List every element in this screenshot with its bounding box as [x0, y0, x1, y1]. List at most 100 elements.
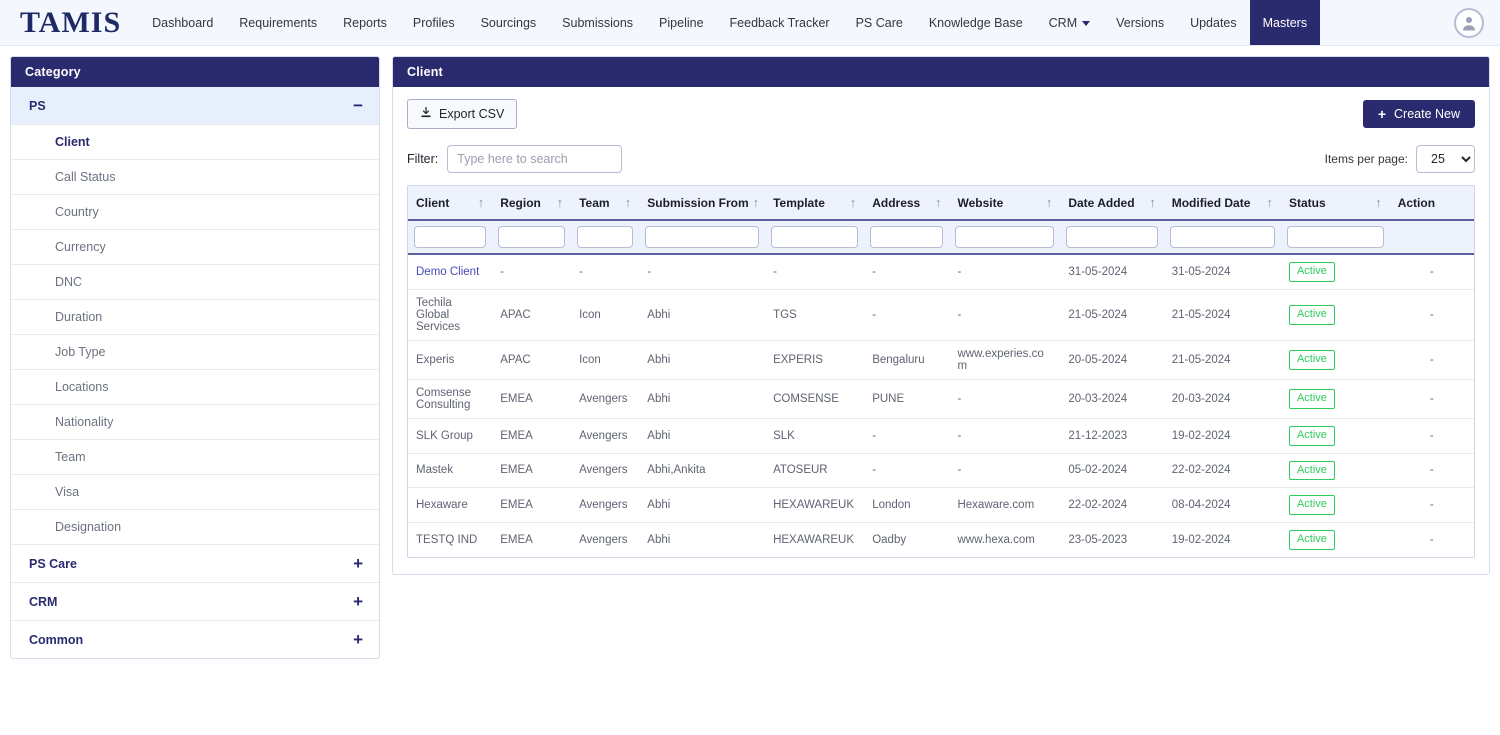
column-filter-input-modified-date[interactable] [1169, 226, 1275, 248]
column-header-region[interactable]: Region ↑ [492, 186, 572, 221]
cell-template: TGS [765, 289, 865, 341]
cell-modified-date: 19-02-2024 [1163, 418, 1281, 454]
sidebar-group-ps-care[interactable]: PS Care + [11, 545, 379, 583]
sidebar-item-nationality[interactable]: Nationality [11, 405, 379, 440]
sort-arrow-icon[interactable]: ↑ [753, 195, 760, 210]
sidebar-group-ps[interactable]: PS − [11, 87, 379, 125]
column-filter-cell [639, 220, 766, 255]
sidebar-item-dnc[interactable]: DNC [11, 265, 379, 300]
table-row[interactable]: Hexaware EMEA Avengers Abhi HEXAWAREUK London… [408, 487, 1474, 523]
sidebar-item-label: Designation [55, 520, 122, 534]
nav-item-requirements[interactable]: Requirements [226, 0, 330, 45]
sidebar-item-job-type[interactable]: Job Type [11, 335, 379, 370]
cell-action[interactable]: - [1389, 453, 1474, 489]
column-filter-row [408, 220, 1474, 255]
sort-arrow-icon[interactable]: ↑ [1375, 195, 1382, 210]
panel-title: Client [393, 57, 1489, 87]
sidebar-group-common[interactable]: Common + [11, 621, 379, 658]
nav-item-label: Submissions [562, 15, 634, 30]
items-per-page-select[interactable]: 102550100 [1416, 145, 1475, 173]
cell-action[interactable]: - [1389, 289, 1474, 341]
sidebar-item-team[interactable]: Team [11, 440, 379, 475]
app-logo[interactable]: TAMIS [0, 0, 139, 45]
cell-date-added: 05-02-2024 [1060, 453, 1164, 489]
column-filter-input-submission-from[interactable] [645, 226, 760, 248]
table-head: Client ↑ Region ↑ Team ↑ Submission From ↑ Templ… [408, 186, 1474, 255]
column-header-modified-date[interactable]: Modified Date ↑ [1163, 186, 1281, 221]
column-filter-input-date-added[interactable] [1066, 226, 1158, 248]
column-header-submission-from[interactable]: Submission From ↑ [639, 186, 766, 221]
column-filter-input-team[interactable] [577, 226, 634, 248]
sort-arrow-icon[interactable]: ↑ [935, 195, 942, 210]
nav-item-profiles[interactable]: Profiles [400, 0, 468, 45]
sidebar-item-duration[interactable]: Duration [11, 300, 379, 335]
table-row[interactable]: Demo Client - - - - - -31-05-2024 31-05-2024 Act… [408, 254, 1474, 290]
sort-arrow-icon[interactable]: ↑ [850, 195, 857, 210]
nav-item-masters[interactable]: Masters [1249, 0, 1321, 45]
sidebar-item-client[interactable]: Client [11, 125, 379, 160]
nav-item-reports[interactable]: Reports [330, 0, 400, 45]
column-filter-input-template[interactable] [771, 226, 859, 248]
table-row[interactable]: Techila Global Services APAC Icon Abhi TGS - -… [408, 289, 1474, 341]
sidebar-item-country[interactable]: Country [11, 195, 379, 230]
column-header-address[interactable]: Address ↑ [864, 186, 950, 221]
sidebar-group-crm[interactable]: CRM + [11, 583, 379, 621]
column-filter-input-status[interactable] [1286, 226, 1384, 248]
column-header-client[interactable]: Client ↑ [408, 186, 493, 221]
sidebar-title: Category [11, 57, 379, 87]
column-header-template[interactable]: Template ↑ [765, 186, 865, 221]
table-row[interactable]: SLK Group EMEA Avengers Abhi SLK - -21-12-2023… [408, 418, 1474, 454]
nav-item-crm[interactable]: CRM [1036, 0, 1103, 45]
column-filter-input-region[interactable] [498, 226, 566, 248]
column-header-team[interactable]: Team ↑ [571, 186, 640, 221]
cell-action[interactable]: - [1389, 379, 1474, 419]
nav-item-sourcings[interactable]: Sourcings [468, 0, 550, 45]
cell-region: EMEA [492, 453, 572, 489]
sidebar-item-designation[interactable]: Designation [11, 510, 379, 545]
nav-item-submissions[interactable]: Submissions [549, 0, 646, 45]
nav-item-knowledge-base[interactable]: Knowledge Base [916, 0, 1036, 45]
sidebar-item-locations[interactable]: Locations [11, 370, 379, 405]
create-new-button[interactable]: + Create New [1362, 100, 1475, 128]
sidebar-item-visa[interactable]: Visa [11, 475, 379, 510]
sort-arrow-icon[interactable]: ↑ [1149, 195, 1156, 210]
sort-arrow-icon[interactable]: ↑ [1046, 195, 1053, 210]
search-input[interactable] [447, 145, 623, 173]
column-header-date-added[interactable]: Date Added ↑ [1060, 186, 1164, 221]
export-csv-button[interactable]: Export CSV [407, 99, 518, 129]
sort-arrow-icon[interactable]: ↑ [1266, 195, 1273, 210]
table-row[interactable]: Mastek EMEA Avengers Abhi,Ankita ATOSEUR - -05… [408, 453, 1474, 489]
sort-arrow-icon[interactable]: ↑ [625, 195, 632, 210]
filter-bar: Filter: Items per page: 102550100 [407, 145, 1475, 173]
cell-action[interactable]: - [1390, 523, 1474, 557]
column-filter-input-address[interactable] [870, 226, 944, 248]
column-filter-input-client[interactable] [414, 226, 487, 248]
sort-arrow-icon[interactable]: ↑ [557, 195, 564, 210]
cell-status: Active [1280, 379, 1390, 419]
cell-submission-from: Abhi [639, 418, 766, 454]
nav-item-versions[interactable]: Versions [1103, 0, 1177, 45]
user-avatar-icon[interactable] [1454, 7, 1484, 38]
table-row[interactable]: Comsense Consulting EMEA Avengers Abhi COMSE… [408, 379, 1474, 419]
nav-item-label: Profiles [412, 15, 455, 30]
cell-team: - [571, 254, 640, 290]
cell-action[interactable]: - [1389, 487, 1474, 523]
sidebar-item-currency[interactable]: Currency [11, 230, 379, 265]
column-header-website[interactable]: Website ↑ [949, 186, 1061, 221]
nav-item-updates[interactable]: Updates [1177, 0, 1250, 45]
nav-item-feedback-tracker[interactable]: Feedback Tracker [717, 0, 843, 45]
cell-action[interactable]: - [1389, 340, 1474, 380]
cell-action[interactable]: - [1389, 418, 1474, 454]
sidebar-item-call-status[interactable]: Call Status [11, 160, 379, 195]
table-row[interactable]: Experis APAC Icon Abhi EXPERIS Bengaluru www.e… [408, 340, 1474, 380]
cell-action[interactable]: - [1389, 254, 1474, 290]
table-row[interactable]: TESTQ IND EMEA Avengers Abhi HEXAWAREUK Oadby… [408, 523, 1474, 557]
column-filter-input-website[interactable] [955, 226, 1055, 248]
sort-arrow-icon[interactable]: ↑ [478, 195, 485, 210]
column-header-action: Action [1389, 186, 1474, 221]
nav-item-dashboard[interactable]: Dashboard [139, 0, 226, 45]
cell-date-added: 21-05-2024 [1060, 289, 1164, 341]
column-header-status[interactable]: Status ↑ [1280, 186, 1390, 221]
nav-item-ps-care[interactable]: PS Care [843, 0, 916, 45]
nav-item-pipeline[interactable]: Pipeline [646, 0, 716, 45]
